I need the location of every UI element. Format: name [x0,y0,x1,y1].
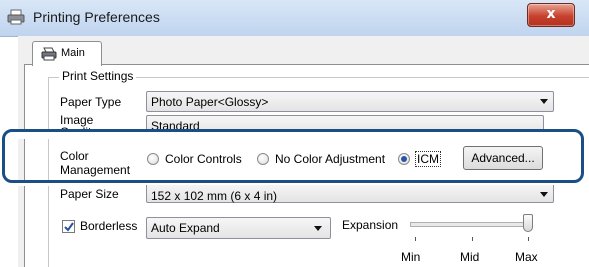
slider-label-max: Max [515,250,538,264]
printing-preferences-window: Printing Preferences x Main Print Settin… [0,0,589,267]
no-color-adjustment-label[interactable]: No Color Adjustment [275,152,385,166]
color-management-label-line1: Color [60,149,89,163]
advanced-button-label: Advanced... [471,151,535,165]
title-bar[interactable]: Printing Preferences x [0,0,589,37]
paper-size-label: Paper Size [60,187,119,201]
color-management-label-line2: Management [60,163,131,177]
dropdown-arrow-icon [540,99,548,104]
paper-type-value: Photo Paper<Glossy> [151,95,269,109]
slider-tick-min [415,237,416,241]
borderless-mode-dropdown[interactable]: Auto Expand [146,217,331,239]
expansion-slider-track[interactable] [410,222,530,227]
color-controls-label[interactable]: Color Controls [165,152,242,166]
paper-size-value: 152 x 102 mm (6 x 4 in) [151,189,278,203]
icm-radio[interactable] [398,153,410,165]
image-quality-overlay-mask [0,129,589,139]
window-title: Printing Preferences [33,9,160,25]
tab-main-label: Main [61,47,85,59]
printer-icon [7,9,25,25]
checkmark-icon [64,222,74,232]
slider-tick-mid [472,237,473,241]
borderless-mode-value: Auto Expand [151,221,220,235]
slider-tick-max [528,237,529,241]
no-color-adjustment-radio[interactable] [257,153,269,165]
paper-size-dropdown[interactable]: 152 x 102 mm (6 x 4 in) [146,183,554,203]
advanced-button[interactable]: Advanced... [463,146,543,170]
printer-tab-icon [41,47,57,61]
slider-label-min: Min [401,250,421,264]
paper-size-top-mask [0,180,589,185]
color-controls-radio[interactable] [147,153,159,165]
borderless-checkbox[interactable] [62,220,75,233]
close-button[interactable]: x [527,3,575,27]
slider-label-mid: Mid [460,250,480,264]
icm-label[interactable]: ICM [415,151,441,167]
print-settings-legend: Print Settings [59,69,137,83]
expansion-label: Expansion [342,218,399,232]
paper-type-dropdown[interactable]: Photo Paper<Glossy> [146,91,554,112]
dropdown-arrow-icon [314,226,322,231]
tab-main[interactable]: Main [32,41,102,66]
borderless-label[interactable]: Borderless [80,220,137,233]
close-icon: x [546,6,556,22]
dropdown-arrow-icon [540,192,548,197]
paper-type-label: Paper Type [60,95,122,109]
expansion-slider-thumb[interactable] [523,214,533,232]
